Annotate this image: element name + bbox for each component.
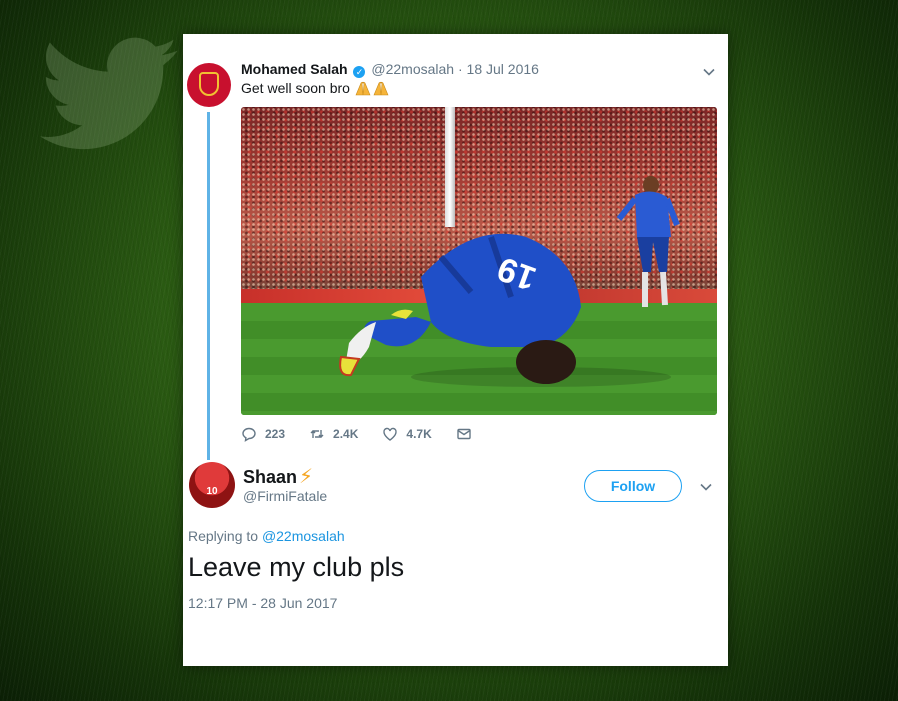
tweet-1-separator: · [457, 61, 463, 77]
tweet-1-date[interactable]: 18 Jul 2016 [467, 61, 539, 77]
tweet-1-photo[interactable]: 19 [241, 107, 717, 415]
envelope-icon [457, 428, 471, 440]
folded-hands-emoji [355, 81, 371, 96]
follow-button[interactable]: Follow [584, 470, 682, 502]
folded-hands-emoji [373, 81, 389, 96]
tweet-2-text: Leave my club pls [188, 552, 405, 582]
tweet-2-name-text: Shaan [243, 467, 298, 487]
verified-badge-icon: ✓ [353, 66, 366, 78]
lightning-emoji: ⚡ [299, 466, 314, 488]
tweet-1-author-name[interactable]: Mohamed Salah [241, 61, 348, 77]
like-action[interactable]: 4.7K [382, 426, 432, 442]
reply-count: 223 [265, 427, 286, 441]
reply-icon [242, 427, 256, 442]
replying-to-line: Replying to @22mosalah [188, 528, 345, 544]
direct-message-action[interactable] [456, 426, 472, 442]
tweet-1-actions: 223 2.4K 4.7K [241, 426, 496, 442]
like-count: 4.7K [406, 427, 432, 441]
chevron-down-icon[interactable] [699, 480, 713, 494]
replying-to-link[interactable]: @22mosalah [262, 528, 345, 544]
thread-connector-line [207, 112, 210, 460]
jersey-number-graphic: 10 [206, 486, 218, 497]
tweet-card: Mohamed Salah ✓ @22mosalah · 18 Jul 2016… [183, 34, 728, 666]
retweet-icon [310, 430, 324, 438]
shaan-avatar[interactable]: 10 [189, 462, 235, 508]
replying-prefix: Replying to [188, 528, 259, 544]
retweet-action[interactable]: 2.4K [309, 426, 358, 442]
tweet-2-author-name[interactable]: Shaan ⚡ [243, 464, 313, 489]
reply-action[interactable]: 223 [241, 426, 285, 442]
twitter-bird-icon [40, 37, 178, 150]
tweet-1-text: Get well soon bro [241, 80, 390, 96]
salah-avatar[interactable] [187, 63, 231, 107]
players-illustration: 19 [339, 176, 680, 387]
liverpool-crest-icon [199, 72, 219, 96]
retweet-count: 2.4K [333, 427, 359, 441]
tweet-2-handle[interactable]: @FirmiFatale [243, 488, 327, 504]
tweet-1-text-content: Get well soon bro [241, 80, 350, 96]
chevron-down-icon[interactable] [702, 65, 716, 79]
tweet-1-header: Mohamed Salah ✓ @22mosalah · 18 Jul 2016 [241, 61, 539, 78]
tweet-2-timestamp[interactable]: 12:17 PM - 28 Jun 2017 [188, 595, 337, 611]
tweet-1-handle[interactable]: @22mosalah [371, 61, 454, 77]
heart-icon [383, 427, 398, 441]
